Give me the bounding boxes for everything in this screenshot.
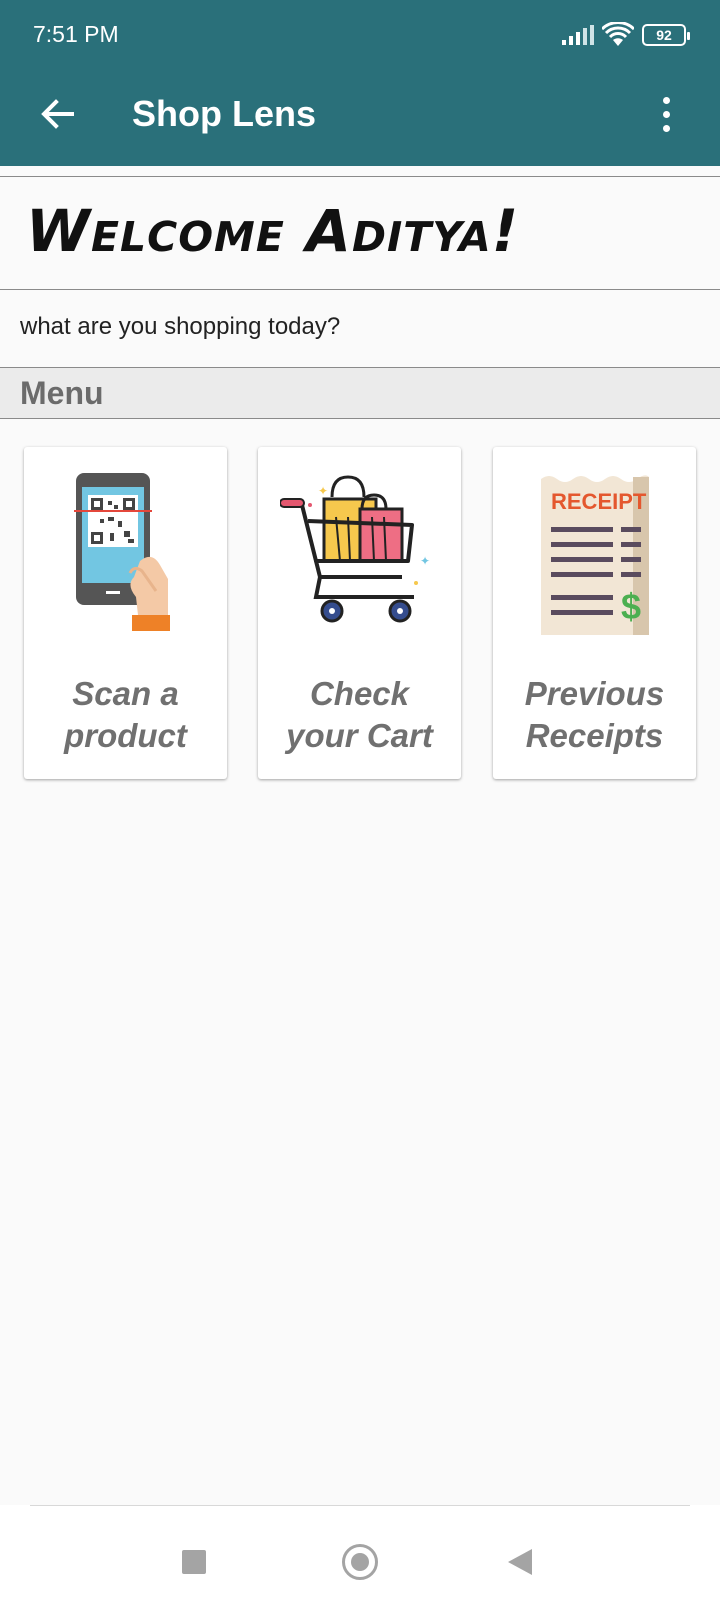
- status-time: 7:51 PM: [33, 21, 119, 47]
- more-vert-icon: [662, 96, 670, 104]
- previous-receipts-card[interactable]: RECEIPT $ Previous Receipts: [493, 447, 696, 779]
- overflow-menu-button[interactable]: [652, 92, 680, 136]
- check-cart-label: Check your Cart: [286, 675, 433, 754]
- app-title: Shop Lens: [132, 93, 317, 134]
- menu-header-label: Menu: [20, 375, 104, 411]
- home-button[interactable]: [342, 1544, 378, 1580]
- receipt-icon-currency: $: [621, 586, 641, 627]
- recents-button[interactable]: [182, 1550, 206, 1574]
- svg-text:✦: ✦: [318, 484, 328, 498]
- back-button[interactable]: [36, 92, 80, 136]
- svg-text:✦: ✦: [420, 554, 430, 568]
- battery-level: 92: [656, 27, 672, 43]
- battery-icon: 92: [642, 24, 690, 46]
- divider: [0, 176, 720, 177]
- check-cart-card[interactable]: ✦ ✦ Check your Cart: [258, 447, 461, 779]
- qr-scan-phone-icon: [73, 473, 170, 631]
- previous-receipts-label: Previous Receipts: [524, 675, 665, 754]
- receipt-icon: RECEIPT $: [540, 475, 649, 635]
- menu-header: Menu: [0, 368, 720, 419]
- shopping-cart-icon: ✦ ✦: [279, 475, 430, 623]
- status-icons: 92: [562, 20, 690, 50]
- divider: [0, 289, 720, 290]
- wifi-icon: [602, 22, 634, 46]
- system-nav-bar: [0, 1505, 720, 1600]
- receipt-icon-text: RECEIPT: [551, 489, 647, 514]
- scan-product-card[interactable]: Scan a product: [24, 447, 227, 779]
- app-bar: Shop Lens: [0, 70, 720, 166]
- welcome-heading: Welcome Aditya!: [26, 197, 520, 265]
- scan-product-label: Scan a product: [64, 675, 187, 754]
- signal-icon: [562, 25, 594, 45]
- system-back-button[interactable]: [508, 1549, 532, 1575]
- welcome-subtitle: what are you shopping today?: [20, 313, 341, 340]
- status-bar: 7:51 PM 92: [0, 0, 720, 70]
- arrow-back-icon: [41, 99, 74, 129]
- nav-divider: [30, 1505, 690, 1506]
